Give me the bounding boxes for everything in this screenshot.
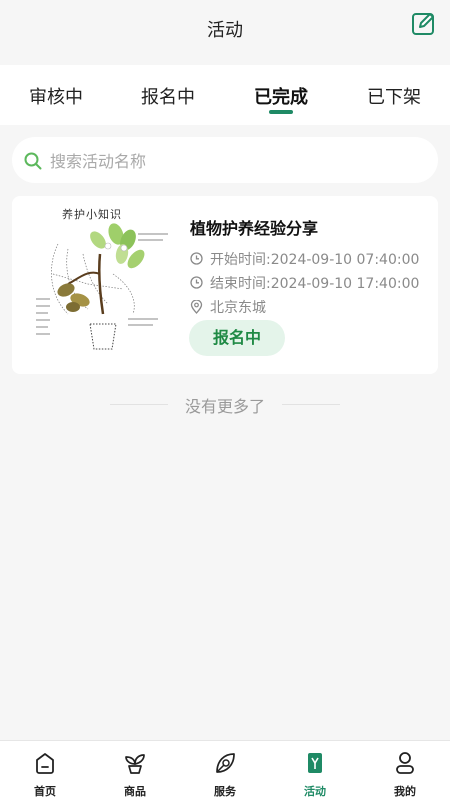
home-icon: [36, 753, 54, 774]
tab-delisted[interactable]: 已下架: [338, 83, 450, 109]
activity-card[interactable]: 养护小知识 植物护养经验分享 开始时间:2024-09-10 07:40:00 …: [12, 196, 438, 374]
tab-completed[interactable]: 已完成: [225, 83, 337, 114]
top-bar: 活动: [0, 0, 450, 56]
search-input[interactable]: [48, 145, 422, 177]
thumbnail-caption: 养护小知识: [62, 208, 122, 221]
plant-icon: [125, 754, 145, 774]
nav-products[interactable]: 商品: [90, 741, 180, 801]
search-bar: [12, 137, 438, 183]
activity-icon: [308, 753, 322, 773]
nav-services[interactable]: 服务: [180, 741, 270, 801]
clock-icon: [190, 252, 203, 265]
divider-line: [110, 404, 168, 405]
nav-home[interactable]: 首页: [0, 741, 90, 801]
active-tab-indicator: [269, 110, 293, 114]
activity-title: 植物护养经验分享: [190, 219, 319, 238]
nav-profile[interactable]: 我的: [360, 741, 450, 801]
leaf-service-icon: [216, 753, 235, 773]
page-title: 活动: [207, 20, 243, 41]
location-pin-icon: [190, 300, 203, 314]
nav-activities[interactable]: 活动: [270, 741, 360, 801]
status-tabs: 审核中 报名中 已完成 已下架: [0, 65, 450, 125]
edit-icon[interactable]: [411, 11, 437, 37]
divider-line: [282, 404, 340, 405]
status-badge: 报名中: [189, 320, 285, 356]
clock-icon: [190, 276, 203, 289]
activity-thumbnail: 养护小知识: [28, 204, 176, 360]
tab-reviewing[interactable]: 审核中: [0, 83, 112, 109]
bottom-navigation: 首页 商品 服务 活动 我的: [0, 740, 450, 801]
list-end-notice: 没有更多了: [0, 393, 450, 417]
profile-icon: [396, 752, 414, 774]
tab-registering[interactable]: 报名中: [112, 83, 224, 109]
search-icon: [24, 152, 42, 170]
